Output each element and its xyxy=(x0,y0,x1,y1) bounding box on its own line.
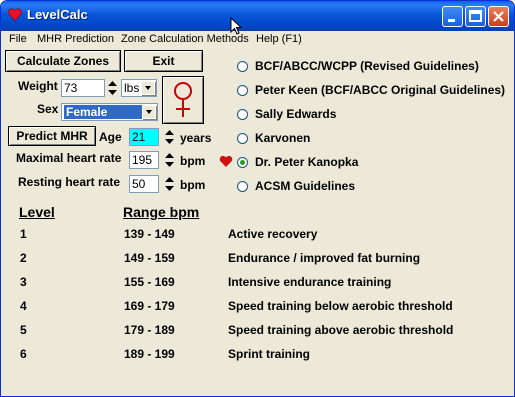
zone-range: 149 - 159 xyxy=(124,251,175,265)
maximize-icon xyxy=(469,10,482,22)
radio-button[interactable] xyxy=(237,133,248,144)
zone-range: 169 - 179 xyxy=(124,299,175,313)
sex-label: Sex xyxy=(37,102,59,116)
radio-button[interactable] xyxy=(237,85,248,96)
chevron-down-icon xyxy=(145,86,151,90)
female-icon xyxy=(174,82,192,117)
heart-icon xyxy=(8,8,22,22)
maximize-button[interactable] xyxy=(465,6,486,27)
zone-description: Endurance / improved fat burning xyxy=(228,251,421,265)
zone-level: 1 xyxy=(20,227,27,241)
calculate-zones-button[interactable]: Calculate Zones xyxy=(5,50,121,72)
zone-level: 4 xyxy=(20,299,27,313)
radio-button[interactable] xyxy=(237,61,248,72)
rhr-label: Resting heart rate xyxy=(18,175,121,189)
levelcalc-window: LevelCalc File MHR Prediction Zone Calcu… xyxy=(0,0,515,397)
radio-button[interactable] xyxy=(237,109,248,120)
mhr-input[interactable]: 195 xyxy=(129,151,159,169)
zone-level: 5 xyxy=(20,323,27,337)
menu-mhr-prediction[interactable]: MHR Prediction xyxy=(37,33,114,45)
zone-description: Sprint training xyxy=(228,347,310,361)
menu-bar: File MHR Prediction Zone Calculation Met… xyxy=(1,31,514,48)
weight-unit-select[interactable]: lbs xyxy=(121,79,157,97)
zone-level: 2 xyxy=(20,251,27,265)
zone-range: 189 - 199 xyxy=(124,347,175,361)
age-input[interactable]: 21 xyxy=(129,128,159,146)
menu-file[interactable]: File xyxy=(9,33,27,45)
zone-description: Speed training below aerobic threshold xyxy=(228,299,453,313)
radio-button[interactable] xyxy=(237,181,248,192)
weight-spinner-icon[interactable] xyxy=(107,79,118,97)
column-header-range: Range bpm xyxy=(123,204,200,220)
predict-mhr-button[interactable]: Predict MHR xyxy=(8,126,96,146)
window-title: LevelCalc xyxy=(27,7,88,22)
mhr-label: Maximal heart rate xyxy=(16,151,122,165)
zone-level: 6 xyxy=(20,347,27,361)
sex-select[interactable]: Female xyxy=(61,103,158,121)
mhr-spinner-icon[interactable] xyxy=(164,151,175,169)
mouse-cursor-icon xyxy=(230,17,242,35)
zone-description: Speed training above aerobic threshold xyxy=(228,323,454,337)
zone-range: 155 - 169 xyxy=(124,275,175,289)
close-button[interactable] xyxy=(488,6,509,27)
zone-level: 3 xyxy=(20,275,27,289)
mhr-unit: bpm xyxy=(180,154,206,168)
heart-icon xyxy=(219,155,233,167)
zone-description: Active recovery xyxy=(228,227,318,241)
zone-range: 179 - 189 xyxy=(124,323,175,337)
weight-label: Weight xyxy=(18,79,58,93)
rhr-spinner-icon[interactable] xyxy=(164,175,175,193)
sex-symbol-panel xyxy=(162,76,204,124)
exit-button[interactable]: Exit xyxy=(124,50,203,72)
zone-range: 139 - 149 xyxy=(124,227,175,241)
title-bar[interactable]: LevelCalc xyxy=(1,1,514,31)
rhr-input[interactable]: 50 xyxy=(129,175,159,193)
rhr-unit: bpm xyxy=(180,178,206,192)
radio-button-selected[interactable] xyxy=(237,157,248,168)
age-label: Age xyxy=(99,130,122,144)
age-spinner-icon[interactable] xyxy=(164,128,175,146)
minimize-icon xyxy=(448,19,455,22)
age-unit: years xyxy=(180,131,212,145)
minimize-button[interactable] xyxy=(442,6,463,27)
close-icon xyxy=(493,11,504,22)
menu-help[interactable]: Help (F1) xyxy=(256,33,302,45)
zone-description: Intensive endurance training xyxy=(228,275,392,289)
weight-input[interactable]: 73 xyxy=(61,79,105,97)
column-header-level: Level xyxy=(19,204,55,220)
chevron-down-icon xyxy=(146,110,152,114)
